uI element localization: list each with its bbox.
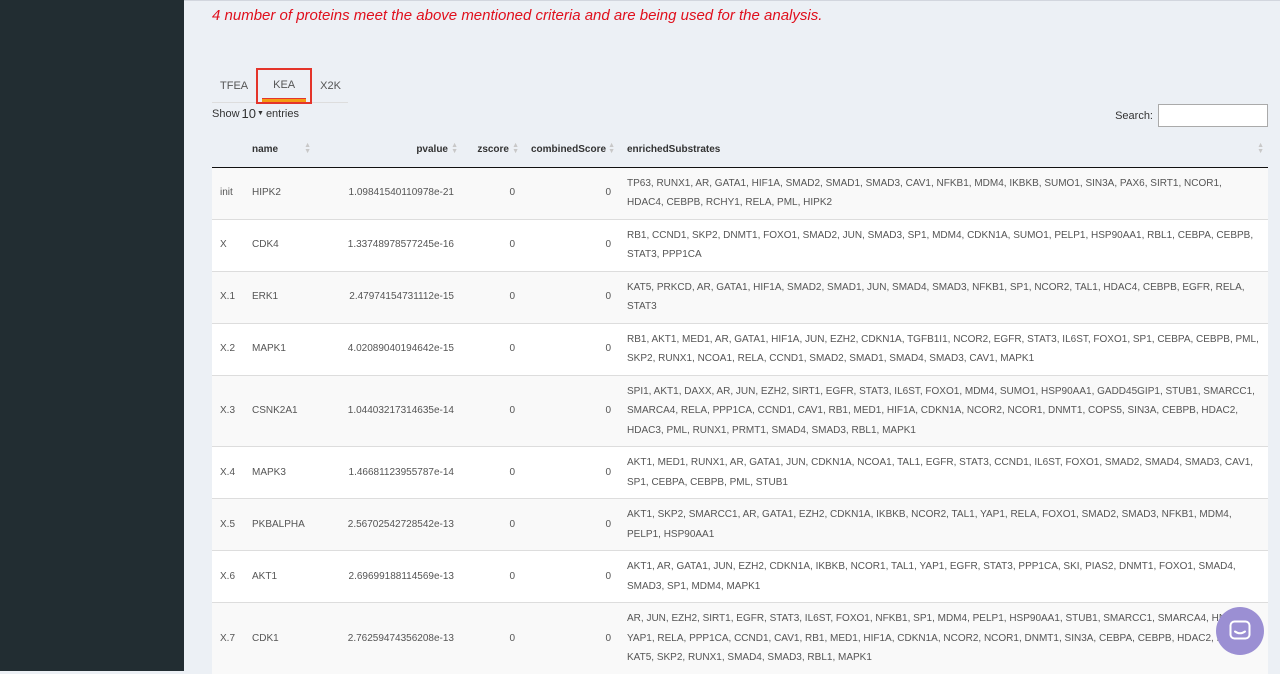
sort-icon: ▲ ▼ xyxy=(1257,142,1264,155)
cell-substrates: KAT5, PRKCD, AR, GATA1, HIF1A, SMAD2, SM… xyxy=(619,270,1268,323)
row-index: X xyxy=(212,218,244,271)
sidebar xyxy=(0,0,184,671)
cell-zscore: 0 xyxy=(462,602,523,674)
main-content: 4 number of proteins meet the above ment… xyxy=(184,0,1280,674)
cell-zscore: 0 xyxy=(462,374,523,447)
table-row: X.6 AKT1 2.69699188114569e-13 0 0 AKT1, … xyxy=(212,550,1268,603)
header-zscore[interactable]: zscore ▲ ▼ xyxy=(462,133,523,168)
tab-tfea[interactable]: TFEA xyxy=(212,69,256,103)
row-index: X.5 xyxy=(212,498,244,551)
cell-combinedscore: 0 xyxy=(523,218,619,271)
sort-icon: ▲ ▼ xyxy=(451,142,458,155)
entries-label: entries xyxy=(265,107,299,120)
cell-zscore: 0 xyxy=(462,270,523,323)
sort-icon: ▲ ▼ xyxy=(512,142,519,155)
cell-combinedscore: 0 xyxy=(523,322,619,375)
header-enrichedsubstrates-label: enrichedSubstrates xyxy=(627,144,721,156)
search-label: Search: xyxy=(1115,109,1153,122)
results-table: name ▲ ▼ pvalue ▲ ▼ zscore ▲ ▼ combinedScore ▲ ▼… xyxy=(212,133,1268,674)
header-zscore-label: zscore xyxy=(477,144,509,156)
analysis-tabs: TFEA KEA X2K xyxy=(212,68,349,104)
cell-combinedscore: 0 xyxy=(523,374,619,447)
cell-combinedscore: 0 xyxy=(523,446,619,499)
cell-name: MAPK3 xyxy=(244,446,315,499)
row-index: X.3 xyxy=(212,374,244,447)
show-label: Show xyxy=(212,107,240,120)
chat-launcher-button[interactable] xyxy=(1216,607,1264,655)
header-combinedscore[interactable]: combinedScore ▲ ▼ xyxy=(523,133,619,168)
sort-icon: ▲ ▼ xyxy=(304,142,311,155)
page-length-select[interactable]: 10 ▼ xyxy=(242,106,264,121)
search-control: Search: xyxy=(1115,104,1268,127)
row-index: init xyxy=(212,166,244,219)
table-row: X.3 CSNK2A1 1.04403217314635e-14 0 0 SPI… xyxy=(212,374,1268,447)
row-index: X.7 xyxy=(212,602,244,674)
chat-bubble-icon xyxy=(1229,620,1251,640)
cell-combinedscore: 0 xyxy=(523,498,619,551)
cell-substrates: AKT1, AR, GATA1, JUN, EZH2, CDKN1A, IKBK… xyxy=(619,550,1268,603)
header-enrichedsubstrates[interactable]: enrichedSubstrates ▲ ▼ xyxy=(619,133,1268,168)
table-row: X CDK4 1.33748978577245e-16 0 0 RB1, CCN… xyxy=(212,218,1268,271)
row-index: X.6 xyxy=(212,550,244,603)
cell-combinedscore: 0 xyxy=(523,550,619,603)
cell-substrates: AR, JUN, EZH2, SIRT1, EGFR, STAT3, IL6ST… xyxy=(619,602,1268,674)
length-control: Show 10 ▼ entries xyxy=(212,106,299,121)
cell-pvalue: 2.76259474356208e-13 xyxy=(315,602,462,674)
cell-name: CDK1 xyxy=(244,602,315,674)
header-combinedscore-label: combinedScore xyxy=(531,144,607,156)
cell-zscore: 0 xyxy=(462,218,523,271)
criteria-message: 4 number of proteins meet the above ment… xyxy=(212,7,823,24)
cell-name: MAPK1 xyxy=(244,322,315,375)
sort-icon: ▲ ▼ xyxy=(608,142,615,155)
table-row: init HIPK2 1.09841540110978e-21 0 0 TP63… xyxy=(212,166,1268,219)
header-name-label: name xyxy=(252,144,279,156)
cell-substrates: RB1, CCND1, SKP2, DNMT1, FOXO1, SMAD2, J… xyxy=(619,218,1268,271)
cell-name: CDK4 xyxy=(244,218,315,271)
cell-pvalue: 4.02089040194642e-15 xyxy=(315,322,462,375)
cell-combinedscore: 0 xyxy=(523,270,619,323)
tab-x2k[interactable]: X2K xyxy=(312,69,349,103)
cell-pvalue: 2.69699188114569e-13 xyxy=(315,550,462,603)
cell-zscore: 0 xyxy=(462,446,523,499)
cell-pvalue: 1.04403217314635e-14 xyxy=(315,374,462,447)
cell-substrates: RB1, AKT1, MED1, AR, GATA1, HIF1A, JUN, … xyxy=(619,322,1268,375)
row-index: X.4 xyxy=(212,446,244,499)
cell-substrates: SPI1, AKT1, DAXX, AR, JUN, EZH2, SIRT1, … xyxy=(619,374,1268,447)
cell-substrates: AKT1, SKP2, SMARCC1, AR, GATA1, EZH2, CD… xyxy=(619,498,1268,551)
cell-pvalue: 1.46681123955787e-14 xyxy=(315,446,462,499)
cell-pvalue: 2.47974154731112e-15 xyxy=(315,270,462,323)
cell-combinedscore: 0 xyxy=(523,602,619,674)
cell-name: AKT1 xyxy=(244,550,315,603)
cell-name: PKBALPHA xyxy=(244,498,315,551)
cell-substrates: TP63, RUNX1, AR, GATA1, HIF1A, SMAD2, SM… xyxy=(619,166,1268,219)
cell-zscore: 0 xyxy=(462,166,523,219)
header-pvalue[interactable]: pvalue ▲ ▼ xyxy=(315,133,462,168)
cell-zscore: 0 xyxy=(462,498,523,551)
cell-name: ERK1 xyxy=(244,270,315,323)
page-length-value: 10 xyxy=(241,106,256,121)
table-row: X.7 CDK1 2.76259474356208e-13 0 0 AR, JU… xyxy=(212,602,1268,674)
table-row: X.4 MAPK3 1.46681123955787e-14 0 0 AKT1,… xyxy=(212,446,1268,499)
cell-zscore: 0 xyxy=(462,550,523,603)
table-row: X.5 PKBALPHA 2.56702542728542e-13 0 0 AK… xyxy=(212,498,1268,551)
cell-pvalue: 2.56702542728542e-13 xyxy=(315,498,462,551)
header-pvalue-label: pvalue xyxy=(416,144,448,156)
cell-name: HIPK2 xyxy=(244,166,315,219)
table-row: X.2 MAPK1 4.02089040194642e-15 0 0 RB1, … xyxy=(212,322,1268,375)
cell-name: CSNK2A1 xyxy=(244,374,315,447)
results-table-wrapper: name ▲ ▼ pvalue ▲ ▼ zscore ▲ ▼ combinedScore ▲ ▼… xyxy=(212,133,1268,674)
cell-zscore: 0 xyxy=(462,322,523,375)
row-index: X.1 xyxy=(212,270,244,323)
cell-pvalue: 1.33748978577245e-16 xyxy=(315,218,462,271)
row-index: X.2 xyxy=(212,322,244,375)
cell-substrates: AKT1, MED1, RUNX1, AR, GATA1, JUN, CDKN1… xyxy=(619,446,1268,499)
cell-combinedscore: 0 xyxy=(523,166,619,219)
table-row: X.1 ERK1 2.47974154731112e-15 0 0 KAT5, … xyxy=(212,270,1268,323)
tab-kea[interactable]: KEA xyxy=(256,68,313,104)
caret-down-icon: ▼ xyxy=(257,110,264,117)
search-input[interactable] xyxy=(1158,104,1268,127)
header-name[interactable]: name ▲ ▼ xyxy=(244,133,315,168)
header-index[interactable] xyxy=(212,133,244,168)
cell-pvalue: 1.09841540110978e-21 xyxy=(315,166,462,219)
